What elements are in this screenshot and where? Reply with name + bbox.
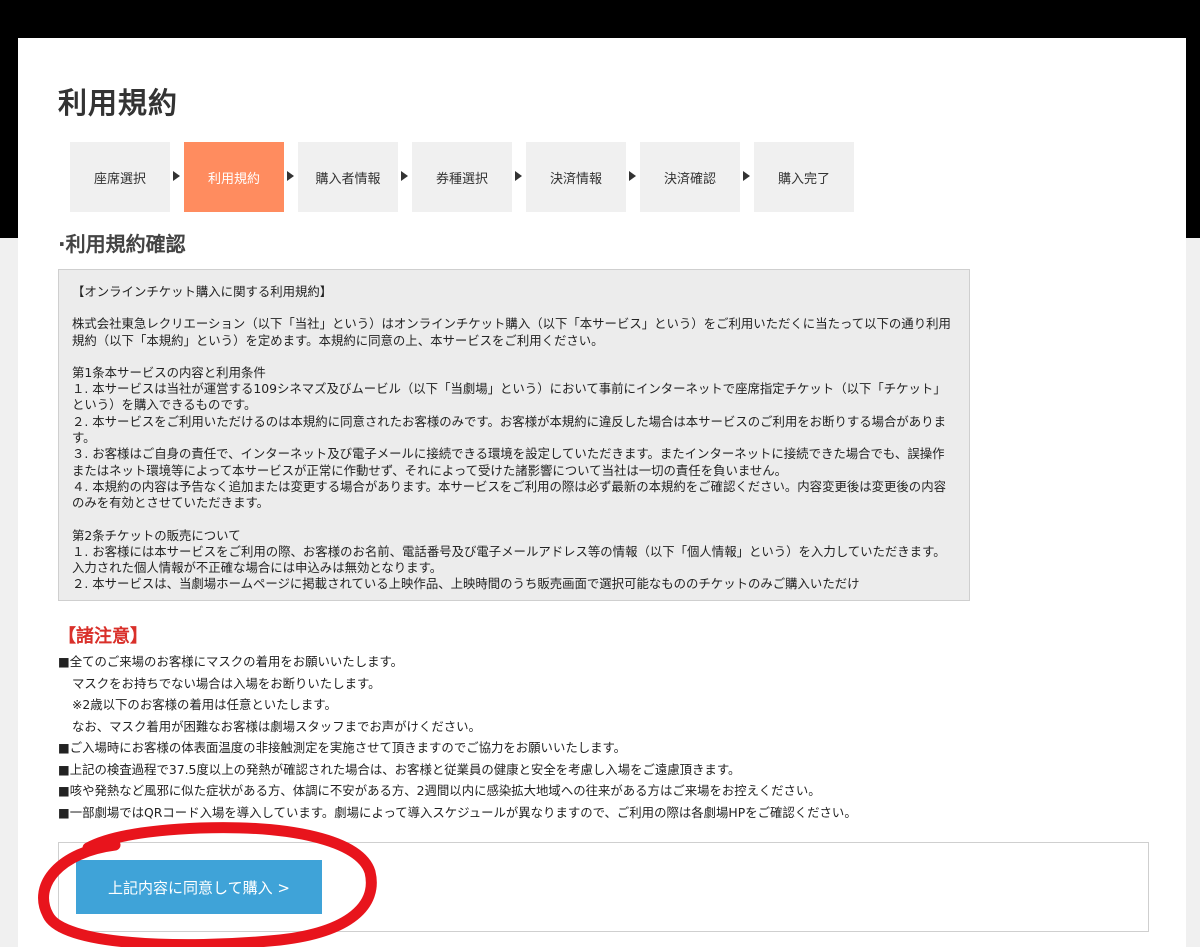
terms-scroll-box[interactable]: 【オンラインチケット購入に関する利用規約】 株式会社東急レクリエーション（以下「… bbox=[58, 269, 970, 601]
step-arrow-icon bbox=[401, 171, 408, 181]
notice-title: 【諸注意】 bbox=[58, 626, 148, 647]
terms-article-2-clause-2: ２. 本サービスは、当劇場ホームページに掲載されている上映作品、上映時間のうち販… bbox=[72, 576, 860, 592]
terms-article-1-clause-2: ２. 本サービスをご利用いただけるのは本規約に同意されたお客様のみです。お客様が… bbox=[72, 413, 946, 446]
note-line: なお、マスク着用が困難なお客様は劇場スタッフまでお声がけください。 bbox=[72, 718, 481, 734]
main-panel: 利用規約 座席選択 利用規約 購入者情報 券種選択 決済情報 決済確認 購入完了 ·利用規約… bbox=[18, 38, 1186, 947]
terms-article-2-title: 第2条チケットの販売について bbox=[72, 527, 241, 543]
terms-article-2-clause-1: １. お客様には本サービスをご利用の際、お客様のお名前、電話番号及び電子メールア… bbox=[72, 543, 946, 576]
step-arrow-icon bbox=[629, 171, 636, 181]
terms-heading: 【オンラインチケット購入に関する利用規約】 bbox=[72, 284, 333, 299]
page-title: 利用規約 bbox=[58, 86, 179, 120]
terms-article-1-clause-1: １. 本サービスは当社が運営する109シネマズ及びムービル（以下「当劇場」という… bbox=[72, 381, 946, 413]
notes-list: ■全てのご来場のお客様にマスクの着用をお願いいたします。マスクをお持ちでない場合… bbox=[58, 651, 1168, 823]
step-7: 購入完了 bbox=[754, 142, 854, 212]
terms-intro: 株式会社東急レクリエーション（以下「当社」という）はオンラインチケット購入（以下… bbox=[72, 316, 951, 348]
step-arrow-icon bbox=[515, 171, 522, 181]
note-line: ■上記の検査過程で37.5度以上の発熱が確認された場合は、お客様と従業員の健康と… bbox=[58, 761, 741, 777]
note-line: ■ご入場時にお客様の体表面温度の非接触測定を実施させて頂きますのでご協力をお願い… bbox=[58, 740, 627, 755]
cta-container: 上記内容に同意して購入 > bbox=[58, 842, 1149, 932]
step-5: 決済情報 bbox=[526, 142, 626, 212]
note-line: ■全てのご来場のお客様にマスクの着用をお願いいたします。 bbox=[58, 654, 404, 669]
note-line: ■咳や発熱など風邪に似た症状がある方、体調に不安がある方、2週間以内に感染拡大地… bbox=[58, 783, 821, 798]
step-arrow-icon bbox=[287, 171, 294, 181]
note-line: マスクをお持ちでない場合は入場をお断りいたします。 bbox=[72, 675, 381, 691]
step-arrow-icon bbox=[173, 171, 180, 181]
step-arrow-icon bbox=[743, 171, 750, 181]
step-3: 購入者情報 bbox=[298, 142, 398, 212]
note-line: ■一部劇場ではQRコード入場を導入しています。劇場によって導入スケジュールが異な… bbox=[58, 804, 857, 820]
step-1: 座席選択 bbox=[70, 142, 170, 212]
section-title: ·利用規約確認 bbox=[58, 232, 186, 256]
agree-and-purchase-button[interactable]: 上記内容に同意して購入 > bbox=[76, 860, 322, 914]
terms-article-1-clause-4: ４. 本規約の内容は予告なく追加または変更する場合があります。本サービスをご利用… bbox=[72, 478, 946, 511]
terms-article-1-title: 第1条本サービスの内容と利用条件 bbox=[72, 364, 266, 380]
step-4: 券種選択 bbox=[412, 142, 512, 212]
step-2: 利用規約 bbox=[184, 142, 284, 212]
step-6: 決済確認 bbox=[640, 142, 740, 212]
terms-article-1-clause-3: ３. お客様はご自身の責任で、インターネット及び電子メールに接続できる環境を設定… bbox=[72, 446, 945, 478]
note-line: ※2歳以下のお客様の着用は任意といたします。 bbox=[72, 697, 337, 712]
terms-content: 【オンラインチケット購入に関する利用規約】 株式会社東急レクリエーション（以下「… bbox=[59, 270, 969, 600]
